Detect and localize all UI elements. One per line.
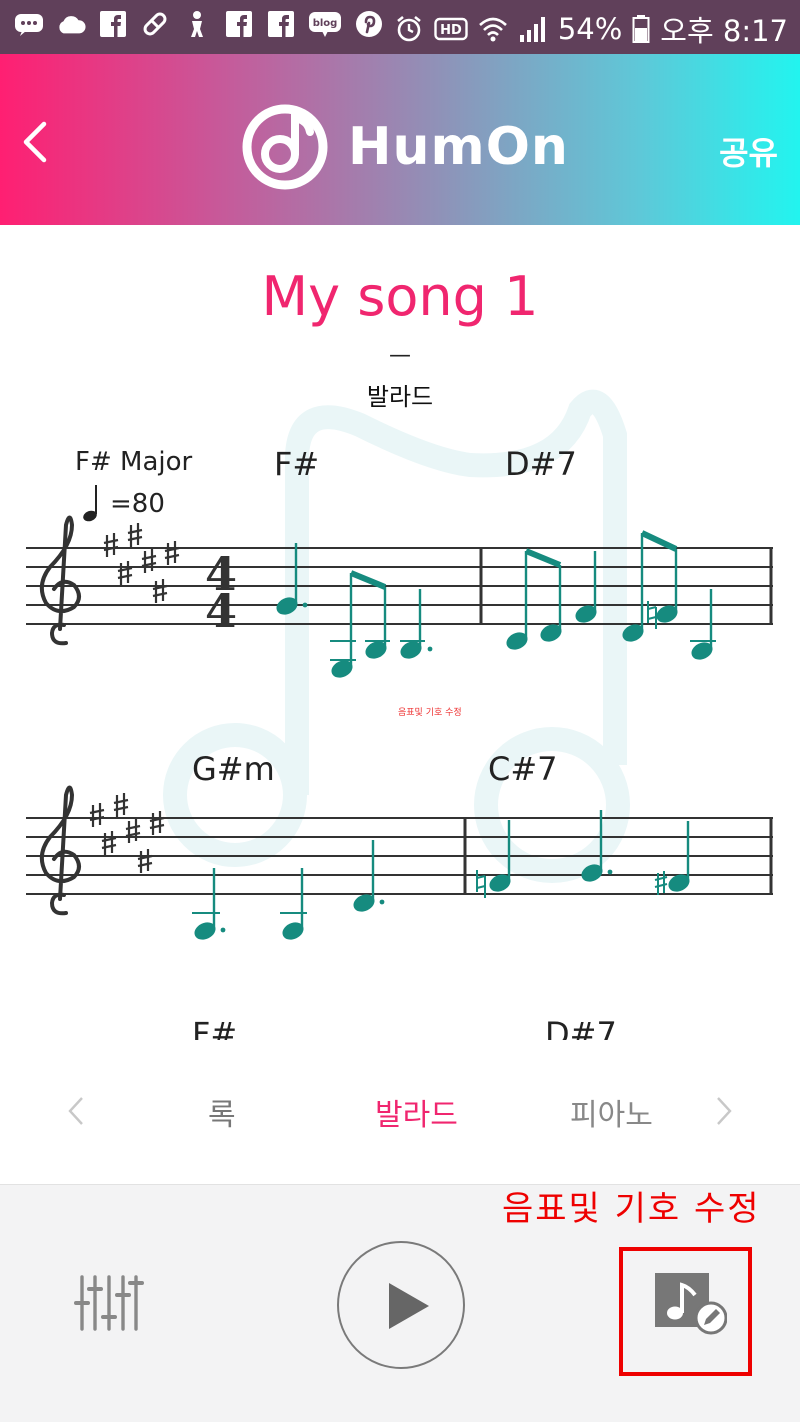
status-time: 오후 8:17 [660,14,788,48]
tab-ballad[interactable]: 발라드 [375,1090,458,1134]
battery-icon [632,14,650,44]
style-selector: 록 발라드 피아노 [0,1040,800,1184]
humon-logo-icon [242,104,328,190]
notes-measure-4 [476,810,690,898]
signal-icon [518,14,548,44]
edit-notes-button[interactable] [655,1273,728,1335]
next-style-button[interactable] [712,1096,734,1126]
chat-icon [14,9,44,39]
chevron-left-icon [68,1097,83,1125]
time-signature-bottom: 4 [205,584,237,638]
hd-badge-text: HD [440,23,462,38]
cloud-icon [56,9,86,39]
notes-measure-2 [506,530,716,660]
share-button[interactable]: 공유 [719,128,778,174]
back-button[interactable] [14,120,58,164]
facebook-icon [98,9,128,39]
music-note-edit-icon [655,1273,728,1335]
play-button[interactable] [337,1241,465,1369]
system-status: HD 54% 오후 8:17 [394,8,788,50]
chevron-left-icon [23,121,47,163]
mixer-sliders-icon [74,1275,144,1331]
tab-piano[interactable]: 피아노 [570,1090,653,1134]
status-bar: blog HD 54% 오후 8:17 [0,0,800,54]
facebook-icon [224,9,254,39]
edit-notes-hint: 음표및 기호 수정 [502,1189,761,1229]
mixer-button[interactable] [74,1273,144,1333]
tab-rock[interactable]: 록 [208,1090,236,1134]
blog-icon: blog [308,9,342,39]
figure-icon [182,9,212,39]
notification-icons: blog [14,9,384,39]
chevron-right-icon [717,1097,732,1125]
battery-percent: 54% [557,12,623,46]
playback-controls: 음표및 기호 수정 [0,1184,800,1422]
prev-style-button[interactable] [66,1096,88,1126]
staff-system[interactable]: 4 4 [0,225,800,1040]
facebook-icon [266,9,296,39]
app-header: HumOn 공유 [0,54,800,225]
wifi-icon [478,14,508,44]
score-view[interactable]: My song 1 — 발라드 F# Major =80 F# D#7 G#m … [0,225,800,1040]
sharp-icon [89,793,165,873]
hd-icon: HD [434,14,468,44]
staff-2 [26,817,773,895]
app-logo: HumOn [240,102,569,192]
alarm-icon [394,14,424,44]
notes-measure-1 [276,543,433,678]
blog-badge-text: blog [313,18,338,29]
play-icon [389,1283,429,1329]
pill-icon [140,9,170,39]
pinterest-icon [354,9,384,39]
sharp-icon [103,523,180,603]
logo-text: HumOn [348,117,569,177]
